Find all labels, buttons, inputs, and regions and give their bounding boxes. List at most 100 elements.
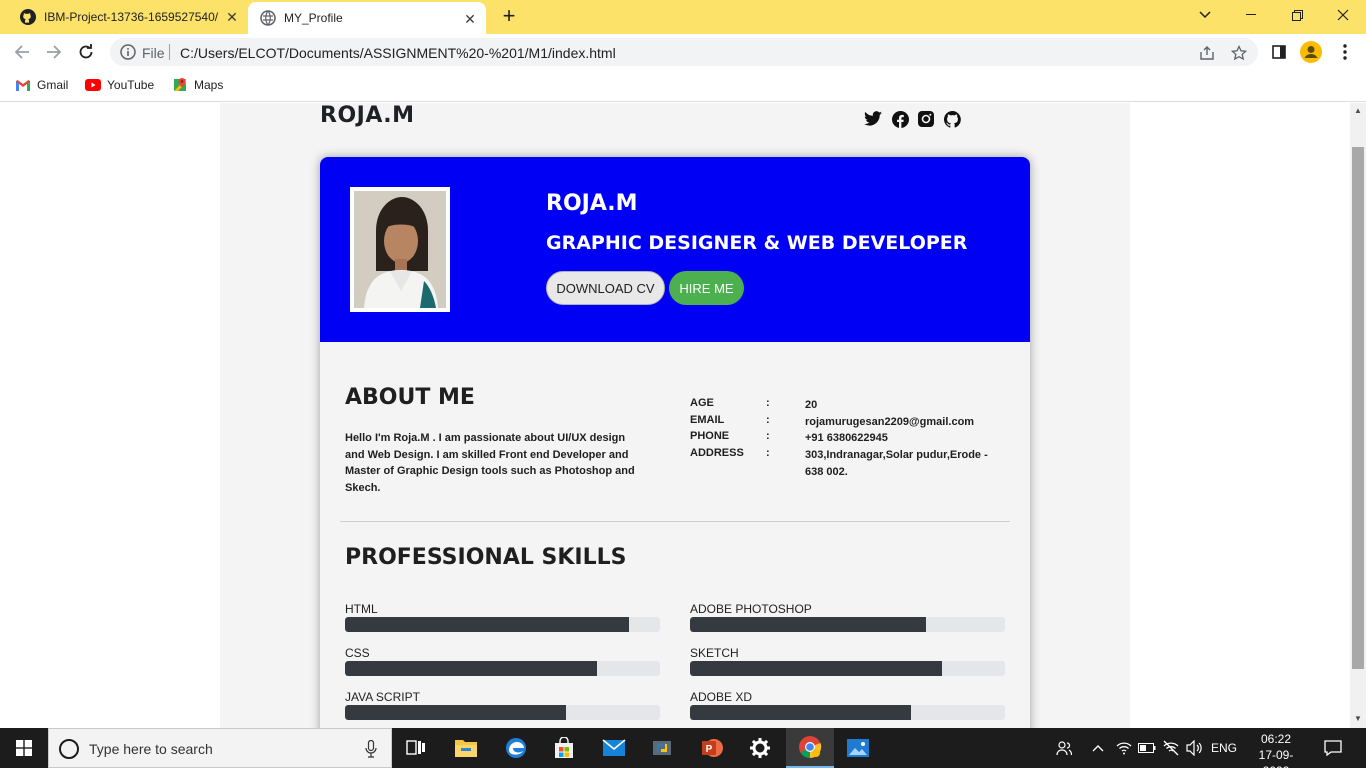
taskbar-clock[interactable]: 06:22 17-09-2022 <box>1248 731 1304 768</box>
scrollbar-thumb[interactable] <box>1352 147 1364 669</box>
bookmark-maps[interactable]: Maps <box>172 77 223 93</box>
gear-icon <box>750 738 770 758</box>
new-tab-button[interactable]: + <box>498 5 520 28</box>
wifi-off-icon[interactable] <box>1160 728 1182 768</box>
github-icon[interactable] <box>943 110 961 128</box>
restore-button[interactable] <box>1274 0 1320 30</box>
info-value: +91 6380622945 <box>805 432 888 445</box>
clock-time: 06:22 <box>1260 732 1292 746</box>
arrow-right-icon <box>47 45 62 59</box>
photos-app[interactable] <box>834 728 882 768</box>
close-icon <box>1337 9 1349 21</box>
reload-button[interactable] <box>74 40 98 64</box>
download-cv-button[interactable]: DOWNLOAD CV <box>546 271 665 305</box>
folder-icon <box>455 740 477 757</box>
battery-icon[interactable] <box>1136 728 1158 768</box>
side-panel-button[interactable] <box>1268 41 1290 63</box>
skill-bar-fill <box>345 705 566 720</box>
taskbar-search[interactable]: Type here to search <box>48 728 392 768</box>
side-panel-icon <box>1272 45 1286 59</box>
instagram-icon[interactable] <box>917 110 935 128</box>
close-window-button[interactable] <box>1320 0 1366 30</box>
page-scrollbar[interactable]: ▲ ▼ <box>1350 103 1366 728</box>
browser-toolbar: File C:/Users/ELCOT/Documents/ASSIGNMENT… <box>0 34 1366 70</box>
url-text[interactable]: C:/Users/ELCOT/Documents/ASSIGNMENT%20-%… <box>180 45 616 61</box>
python-app[interactable] <box>638 728 686 768</box>
skills-heading: PROFESSIONAL SKILLS <box>345 545 627 570</box>
skill-bar-fill <box>690 705 911 720</box>
store-app[interactable] <box>540 728 588 768</box>
scroll-up-arrow-icon[interactable]: ▲ <box>1353 106 1363 116</box>
info-sep: : <box>766 397 770 409</box>
windows-icon <box>16 740 32 756</box>
task-view-icon <box>406 740 425 755</box>
profile-photo <box>350 187 450 312</box>
settings-app[interactable] <box>736 728 784 768</box>
minimize-button[interactable] <box>1228 0 1274 30</box>
skill-bar-fill <box>345 617 629 632</box>
arrow-left-icon <box>14 45 29 59</box>
star-icon[interactable] <box>1230 44 1248 62</box>
about-text: Hello I'm Roja.M . I am passionate about… <box>345 432 635 495</box>
start-button[interactable] <box>0 728 48 768</box>
info-sep: : <box>766 430 770 443</box>
tab-search-button[interactable] <box>1182 0 1228 30</box>
youtube-icon <box>85 77 101 93</box>
address-bar[interactable]: File C:/Users/ELCOT/Documents/ASSIGNMENT… <box>110 38 1258 66</box>
scroll-down-arrow-icon[interactable]: ▼ <box>1353 714 1363 724</box>
close-icon[interactable]: ✕ <box>462 11 478 27</box>
language-indicator[interactable]: ENG <box>1208 728 1240 768</box>
back-button[interactable] <box>10 40 34 64</box>
section-divider <box>340 521 1010 522</box>
forward-button[interactable] <box>42 40 66 64</box>
tab-github-project[interactable]: IBM-Project-13736-1659527540/ ✕ <box>12 0 248 34</box>
restore-icon <box>1291 9 1303 21</box>
file-explorer-app[interactable] <box>442 728 490 768</box>
skill-bar <box>690 705 1005 720</box>
divider <box>169 44 170 60</box>
powerpoint-app[interactable]: P <box>688 728 736 768</box>
bookmarks-bar: Gmail YouTube Maps <box>0 70 1366 102</box>
info-value: 20 <box>805 399 818 411</box>
cortana-icon <box>59 739 79 759</box>
search-placeholder: Type here to search <box>89 741 213 757</box>
info-icon[interactable] <box>120 44 136 65</box>
tab-my-profile[interactable]: MY_Profile ✕ <box>248 2 486 34</box>
bookmark-gmail[interactable]: Gmail <box>15 77 68 93</box>
close-icon[interactable]: ✕ <box>224 9 240 25</box>
microphone-icon[interactable] <box>365 739 377 763</box>
github-icon <box>20 9 36 25</box>
hero-banner: ROJA.M GRAPHIC DESIGNER & WEB DEVELOPER … <box>320 157 1030 342</box>
info-value: rojamurugesan2209@gmail.com <box>805 415 975 428</box>
skill-javascript: JAVA SCRIPT <box>345 690 660 720</box>
task-view-button[interactable] <box>392 728 440 768</box>
network-icon[interactable] <box>1114 728 1134 768</box>
notifications-icon[interactable] <box>1320 728 1346 768</box>
info-key: AGE <box>690 397 714 409</box>
skill-html: HTML <box>345 602 660 632</box>
chevron-up-icon[interactable] <box>1088 728 1108 768</box>
hire-me-button[interactable]: HIRE ME <box>669 271 744 305</box>
people-icon[interactable] <box>1052 728 1076 768</box>
site-logo-name[interactable]: ROJA.M <box>320 103 415 128</box>
about-heading: ABOUT ME <box>345 385 475 410</box>
share-icon[interactable] <box>1198 44 1216 62</box>
mail-app[interactable] <box>590 728 638 768</box>
facebook-icon[interactable] <box>891 110 909 128</box>
bookmark-label: YouTube <box>107 78 155 92</box>
chrome-app[interactable] <box>786 728 834 768</box>
minimize-icon <box>1246 14 1256 15</box>
bookmark-youtube[interactable]: YouTube <box>85 77 154 93</box>
portrait-image <box>354 191 446 308</box>
skill-bar <box>345 661 660 676</box>
menu-button[interactable] <box>1334 41 1356 63</box>
globe-icon <box>260 10 276 26</box>
edge-app[interactable] <box>492 728 540 768</box>
volume-icon[interactable] <box>1184 728 1206 768</box>
twitter-icon[interactable] <box>864 110 882 128</box>
skill-label: JAVA SCRIPT <box>345 690 420 704</box>
bookmark-label: Maps <box>194 78 224 92</box>
skill-adobe-xd: ADOBE XD <box>690 690 1005 720</box>
chrome-icon <box>799 736 822 758</box>
profile-button[interactable] <box>1300 41 1322 63</box>
